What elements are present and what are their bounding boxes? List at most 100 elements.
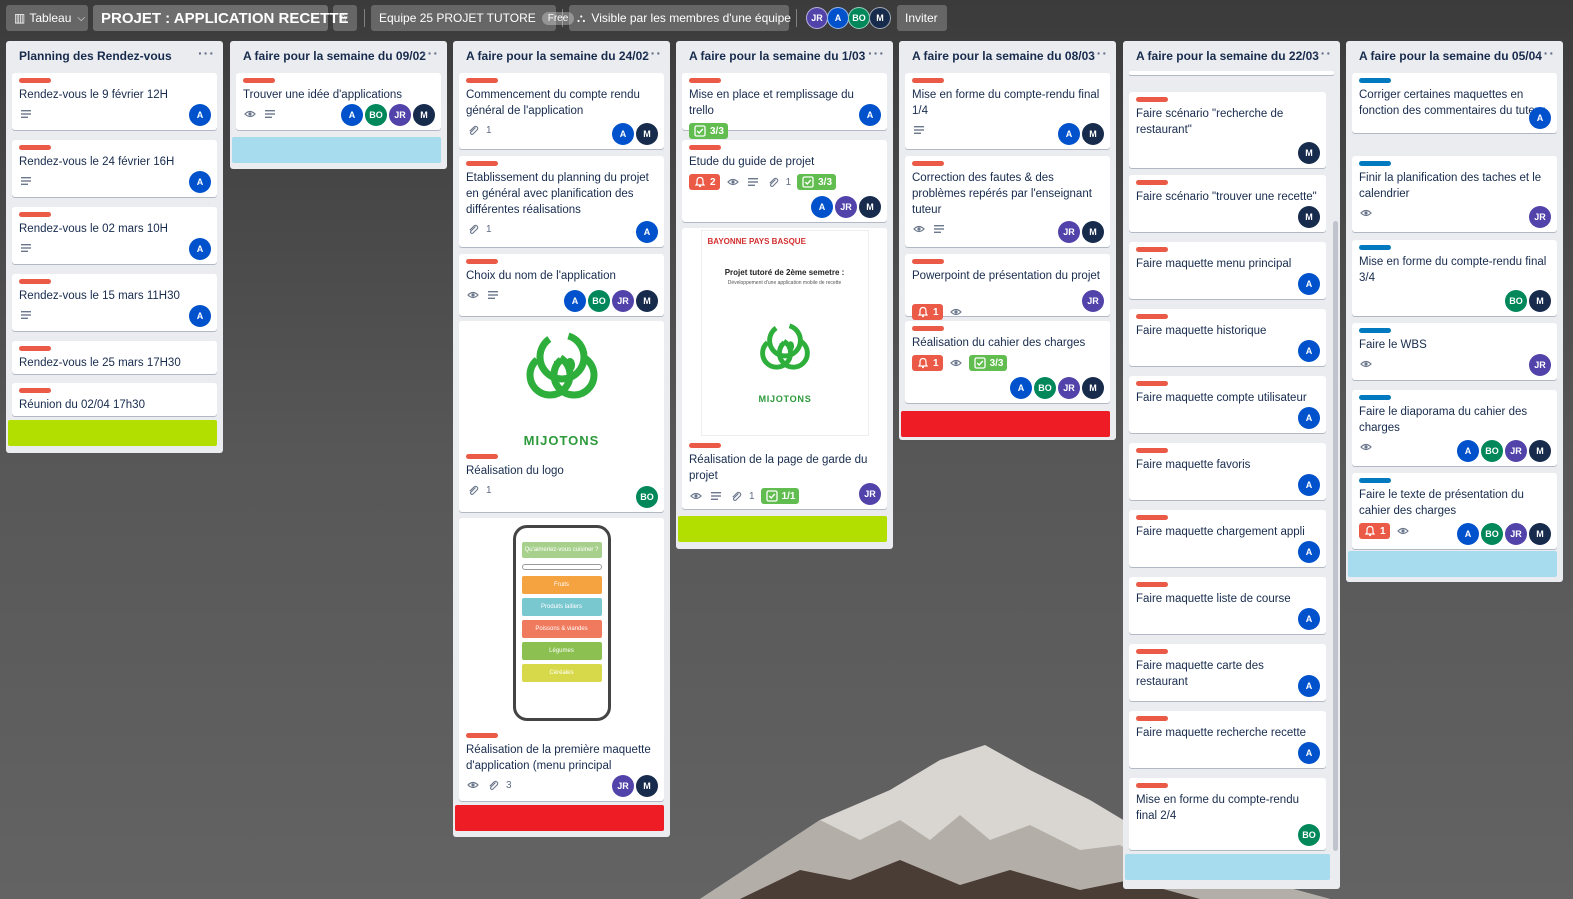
list-footer-bar[interactable] bbox=[455, 805, 664, 831]
card-label[interactable] bbox=[1359, 478, 1391, 483]
list-header[interactable]: A faire pour la semaine du 22/03 ··· bbox=[1123, 41, 1340, 71]
list-item[interactable]: Finir la planification des taches et le … bbox=[1352, 156, 1557, 232]
list-title[interactable]: Planning des Rendez-vous bbox=[19, 49, 172, 63]
list-item[interactable]: Rendez-vous le 9 février 12H A bbox=[12, 73, 217, 130]
list-item[interactable]: Rendez-vous le 15 mars 11H30 A bbox=[12, 274, 217, 331]
list-item[interactable]: Réalisation du cahier des charges 1 3/3 A BO… bbox=[905, 321, 1110, 403]
list-title[interactable]: A faire pour la semaine du 09/02 bbox=[243, 49, 426, 63]
star-button[interactable]: ☆ bbox=[333, 5, 357, 31]
member-avatar[interactable]: BO bbox=[1481, 440, 1503, 462]
card-label[interactable] bbox=[1136, 515, 1168, 520]
list-scrollbar[interactable] bbox=[1333, 221, 1338, 851]
list-item[interactable]: Mise en forme du compte-rendu final 2/4 B… bbox=[1129, 778, 1326, 850]
invite-button[interactable]: Inviter bbox=[897, 5, 947, 31]
member-avatar[interactable]: JR bbox=[1529, 354, 1551, 376]
member-avatar[interactable]: A bbox=[612, 123, 634, 145]
team-button[interactable]: Equipe 25 PROJET TUTORE Free bbox=[371, 5, 575, 31]
card-label[interactable] bbox=[19, 78, 51, 83]
member-avatar[interactable]: JR bbox=[1058, 221, 1080, 243]
member-avatar[interactable]: A bbox=[341, 104, 363, 126]
list-item[interactable]: Faire scénario "trouver une recette" M bbox=[1129, 175, 1326, 232]
list-item[interactable]: Rendez-vous le 24 février 16H A bbox=[12, 140, 217, 197]
list-item[interactable]: Faire maquette recherche recette A bbox=[1129, 711, 1326, 768]
list-item[interactable]: Etude du guide de projet 2 1 3/3 A JR M bbox=[682, 140, 887, 222]
list-item[interactable]: Faire maquette compte utilisateur A bbox=[1129, 376, 1326, 433]
member-avatar[interactable]: A bbox=[1298, 541, 1320, 563]
list-item[interactable]: Rendez-vous le 02 mars 10H A bbox=[12, 207, 217, 264]
member-avatar[interactable]: A bbox=[1298, 407, 1320, 429]
member-avatar[interactable]: A bbox=[1058, 123, 1080, 145]
list-footer-bar[interactable] bbox=[8, 420, 217, 446]
member-avatar[interactable]: M bbox=[1298, 142, 1320, 164]
card-label[interactable] bbox=[1136, 783, 1168, 788]
member-avatar[interactable]: A bbox=[859, 104, 881, 126]
list-footer-bar[interactable] bbox=[1348, 551, 1557, 577]
member-avatar[interactable]: JR bbox=[835, 196, 857, 218]
member-avatar[interactable]: A bbox=[1298, 340, 1320, 362]
member-avatar[interactable]: JR bbox=[1529, 206, 1551, 228]
member-avatar[interactable]: A bbox=[1010, 377, 1032, 399]
card-label[interactable] bbox=[19, 279, 51, 284]
list-item[interactable]: Faire le texte de présentation du cahier… bbox=[1352, 473, 1557, 549]
member-avatar[interactable]: M bbox=[1298, 206, 1320, 228]
member-avatar[interactable]: M bbox=[636, 775, 658, 797]
member-avatar[interactable]: A bbox=[1298, 742, 1320, 764]
list-item[interactable]: Faire le WBS JR bbox=[1352, 323, 1557, 380]
list-item[interactable]: Qu'aimeriez-vous cuisiner ? Fruits Produit… bbox=[459, 518, 664, 801]
card-label[interactable] bbox=[466, 733, 498, 738]
member-avatar[interactable]: BO bbox=[365, 104, 387, 126]
list-header[interactable]: A faire pour la semaine du 09/02 ··· bbox=[230, 41, 447, 71]
list-item[interactable] bbox=[1129, 71, 1334, 75]
member-avatar[interactable]: M bbox=[413, 104, 435, 126]
list-title[interactable]: A faire pour la semaine du 22/03 bbox=[1136, 49, 1319, 63]
list-item[interactable]: Rendez-vous le 25 mars 17H30 bbox=[12, 341, 217, 374]
card-label[interactable] bbox=[1136, 314, 1168, 319]
card-label[interactable] bbox=[1359, 245, 1391, 250]
member-avatar[interactable]: A bbox=[189, 238, 211, 260]
member-avatar[interactable]: BO bbox=[1034, 377, 1056, 399]
list-item[interactable]: Choix du nom de l'application A BO JR M bbox=[459, 254, 664, 316]
card-label[interactable] bbox=[1359, 328, 1391, 333]
member-avatar[interactable]: A bbox=[1298, 474, 1320, 496]
card-label[interactable] bbox=[1359, 78, 1391, 83]
card-label[interactable] bbox=[1136, 582, 1168, 587]
member-avatar[interactable]: BO bbox=[636, 486, 658, 508]
card-label[interactable] bbox=[19, 346, 51, 351]
list-menu-icon[interactable]: ··· bbox=[868, 45, 885, 61]
list-item[interactable]: Etablissement du planning du projet en g… bbox=[459, 156, 664, 247]
list-title[interactable]: A faire pour la semaine du 1/03 bbox=[689, 49, 865, 63]
member-avatar[interactable]: A bbox=[811, 196, 833, 218]
card-label[interactable] bbox=[1136, 381, 1168, 386]
member-avatar[interactable]: JR bbox=[612, 290, 634, 312]
member-avatar[interactable]: BO bbox=[1505, 290, 1527, 312]
member-avatar[interactable]: BO bbox=[1298, 824, 1320, 846]
list-item[interactable]: Faire maquette menu principal A bbox=[1129, 242, 1326, 299]
member-avatar[interactable]: A bbox=[189, 171, 211, 193]
member-avatar[interactable]: JR bbox=[389, 104, 411, 126]
member-avatar[interactable]: M bbox=[869, 7, 891, 29]
card-label[interactable] bbox=[243, 78, 275, 83]
list-item[interactable]: Mise en forme du compte-rendu final 3/4 B… bbox=[1352, 240, 1557, 316]
card-label[interactable] bbox=[1359, 161, 1391, 166]
member-avatar[interactable]: M bbox=[1529, 523, 1551, 545]
member-avatar[interactable]: A bbox=[1529, 107, 1551, 129]
card-label[interactable] bbox=[1359, 395, 1391, 400]
member-avatar[interactable]: JR bbox=[806, 7, 828, 29]
list-item[interactable]: Faire scénario "recherche de restaurant"… bbox=[1129, 92, 1326, 168]
list-menu-icon[interactable]: ··· bbox=[1315, 45, 1332, 61]
card-label[interactable] bbox=[912, 161, 944, 166]
list-footer-bar[interactable] bbox=[1125, 854, 1330, 880]
member-avatar[interactable]: JR bbox=[859, 483, 881, 505]
card-label[interactable] bbox=[689, 443, 721, 448]
member-avatar[interactable]: JR bbox=[1058, 377, 1080, 399]
card-label[interactable] bbox=[912, 326, 944, 331]
member-avatar[interactable]: JR bbox=[1505, 440, 1527, 462]
list-header[interactable]: A faire pour la semaine du 24/02 ··· bbox=[453, 41, 670, 71]
list-header[interactable]: A faire pour la semaine du 1/03 ··· bbox=[676, 41, 893, 71]
card-label[interactable] bbox=[466, 78, 498, 83]
list-item[interactable]: BAYONNE PAYS BASQUE Projet tutoré de 2ème… bbox=[682, 228, 887, 509]
board-title[interactable]: PROJET : APPLICATION RECETTE bbox=[93, 5, 349, 31]
member-avatar[interactable]: A bbox=[636, 221, 658, 243]
member-avatar[interactable]: M bbox=[636, 123, 658, 145]
card-label[interactable] bbox=[1136, 448, 1168, 453]
